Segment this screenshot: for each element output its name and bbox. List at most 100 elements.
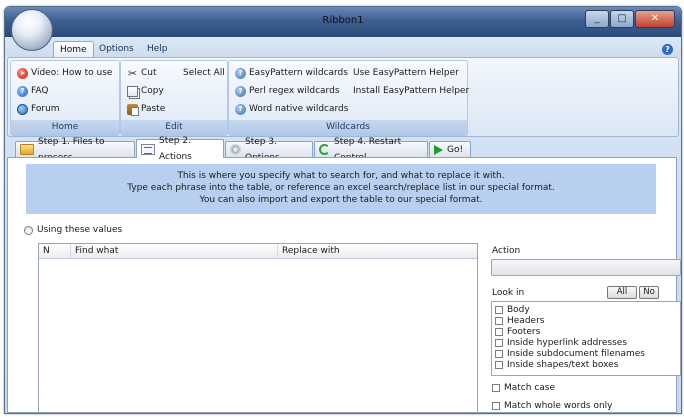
paste-button[interactable]: Paste xyxy=(127,101,165,117)
checkbox-label: Inside subdocument filenames xyxy=(507,348,645,359)
look-in-label: Look in xyxy=(492,288,525,298)
help-icon: ? xyxy=(235,103,246,115)
select-all-label: Select All xyxy=(183,68,225,78)
right-options-panel: Action Look in All No Body Headers Foote… xyxy=(490,244,681,413)
match-case-checkbox[interactable] xyxy=(492,384,500,392)
install-easypattern-helper-button[interactable]: Install EasyPattern Helper xyxy=(353,83,469,99)
forum-label: Forum xyxy=(31,104,60,114)
close-button[interactable]: ✕ xyxy=(635,10,675,28)
actions-panel: This is where you specify what to search… xyxy=(7,157,681,413)
action-dropdown[interactable] xyxy=(491,259,681,276)
easypattern-wildcards-label: EasyPattern wildcards xyxy=(249,68,348,78)
help-icon[interactable]: ? xyxy=(662,44,673,55)
banner-line: This is where you specify what to search… xyxy=(177,171,505,181)
tab-step-2-label: Step 2. Actions xyxy=(159,136,192,162)
faq-button[interactable]: ? FAQ xyxy=(17,83,48,99)
perl-regex-wildcards-label: Perl regex wildcards xyxy=(249,86,340,96)
select-all-button[interactable]: Select All xyxy=(183,65,225,81)
ribbon-group-wildcards: ? EasyPattern wildcards ? Perl regex wil… xyxy=(228,60,469,136)
checkbox[interactable] xyxy=(495,360,503,369)
paste-label: Paste xyxy=(141,104,166,114)
match-whole-words-checkbox[interactable] xyxy=(492,402,500,410)
cut-button[interactable]: ✂ Cut xyxy=(127,65,157,81)
paste-icon xyxy=(127,103,139,116)
match-whole-words-option[interactable]: Match whole words only xyxy=(492,401,613,411)
faq-icon: ? xyxy=(17,85,28,97)
go-icon xyxy=(434,144,443,155)
folder-icon xyxy=(20,144,34,155)
table-header: N Find what Replace with xyxy=(39,244,477,259)
look-in-shapes-text-boxes[interactable]: Inside shapes/text boxes xyxy=(495,359,618,370)
checkbox-label: Inside hyperlink addresses xyxy=(507,337,628,348)
banner-line: Type each phrase into the table, or refe… xyxy=(127,183,555,193)
checkbox[interactable] xyxy=(495,338,503,347)
word-native-wildcards-button[interactable]: ? Word native wildcards xyxy=(235,101,348,117)
ribbon: Video: How to use ? FAQ Forum Home ✂ Cut xyxy=(7,57,679,137)
options-icon xyxy=(230,144,241,155)
video-play-icon xyxy=(17,67,28,79)
copy-label: Copy xyxy=(141,86,164,96)
forum-icon xyxy=(17,103,28,115)
ribbon-group-edit: ✂ Cut Copy Paste Select All Edit xyxy=(120,60,228,136)
look-in-hyperlink-addresses[interactable]: Inside hyperlink addresses xyxy=(495,337,627,348)
video-how-to-use-button[interactable]: Video: How to use xyxy=(17,65,112,81)
tab-go-label: Go! xyxy=(447,144,464,155)
match-whole-words-label: Match whole words only xyxy=(504,401,613,411)
banner-line: You can also import and export the table… xyxy=(199,195,483,205)
column-header-n[interactable]: N xyxy=(39,244,71,258)
faq-label: FAQ xyxy=(31,86,49,96)
find-replace-table[interactable]: N Find what Replace with xyxy=(38,243,478,413)
checkbox-label: Body xyxy=(507,304,530,315)
column-header-find-what[interactable]: Find what xyxy=(71,244,278,258)
use-easypattern-helper-button[interactable]: Use EasyPattern Helper xyxy=(353,65,459,81)
look-in-all-button[interactable]: All xyxy=(607,286,637,299)
ribbon-tab-home[interactable]: Home xyxy=(53,41,94,58)
using-these-values-option[interactable]: Using these values xyxy=(24,225,122,235)
look-in-subdocument-filenames[interactable]: Inside subdocument filenames xyxy=(495,348,645,359)
word-native-wildcards-label: Word native wildcards xyxy=(249,104,349,114)
title-bar: Ribbon1 _ □ ✕ xyxy=(5,7,681,37)
step-tabs: Step 1. Files to process Step 2. Actions… xyxy=(7,136,677,163)
checkbox[interactable] xyxy=(495,349,503,358)
look-in-headers[interactable]: Headers xyxy=(495,315,544,326)
window-title: Ribbon1 xyxy=(322,15,364,26)
tab-step-3-options[interactable]: Step 3. Options xyxy=(225,137,313,163)
checkbox[interactable] xyxy=(495,305,503,314)
checkbox-label: Headers xyxy=(507,315,545,326)
match-case-label: Match case xyxy=(504,383,556,393)
cut-label: Cut xyxy=(141,68,157,78)
perl-regex-wildcards-button[interactable]: ? Perl regex wildcards xyxy=(235,83,340,99)
easypattern-wildcards-button[interactable]: ? EasyPattern wildcards xyxy=(235,65,348,81)
actions-icon xyxy=(141,143,155,155)
ribbon-tab-options[interactable]: Options xyxy=(93,41,140,57)
help-icon: ? xyxy=(235,85,246,97)
forum-button[interactable]: Forum xyxy=(17,101,60,117)
look-in-footers[interactable]: Footers xyxy=(495,326,540,337)
copy-icon xyxy=(127,85,138,97)
tab-step-1-files-to-process[interactable]: Step 1. Files to process xyxy=(15,137,135,163)
minimize-button[interactable]: _ xyxy=(585,10,609,28)
video-how-to-use-label: Video: How to use xyxy=(31,68,113,78)
app-window: Ribbon1 _ □ ✕ Home Options Help ? Video:… xyxy=(4,6,682,414)
window-controls: _ □ ✕ xyxy=(585,10,675,28)
copy-button[interactable]: Copy xyxy=(127,83,164,99)
checkbox[interactable] xyxy=(495,316,503,325)
cut-icon: ✂ xyxy=(127,66,138,80)
look-in-body[interactable]: Body xyxy=(495,304,530,315)
install-easypattern-helper-label: Install EasyPattern Helper xyxy=(353,86,470,96)
application-menu-orb[interactable] xyxy=(11,9,53,51)
instructions-banner: This is where you specify what to search… xyxy=(26,164,656,214)
restart-icon xyxy=(319,144,330,155)
tab-step-2-actions[interactable]: Step 2. Actions xyxy=(136,136,224,162)
using-these-values-radio[interactable] xyxy=(24,225,33,235)
tab-go[interactable]: Go! xyxy=(429,141,471,157)
match-case-option[interactable]: Match case xyxy=(492,383,555,393)
maximize-button[interactable]: □ xyxy=(610,10,634,28)
action-label: Action xyxy=(492,246,521,256)
look-in-none-button[interactable]: No xyxy=(639,286,659,299)
checkbox[interactable] xyxy=(495,327,503,336)
ribbon-group-home: Video: How to use ? FAQ Forum Home xyxy=(10,60,120,136)
ribbon-tab-help[interactable]: Help xyxy=(141,41,174,57)
column-header-replace-with[interactable]: Replace with xyxy=(278,244,477,258)
tab-step-4-restart-control[interactable]: Step 4. Restart Control xyxy=(314,137,428,163)
